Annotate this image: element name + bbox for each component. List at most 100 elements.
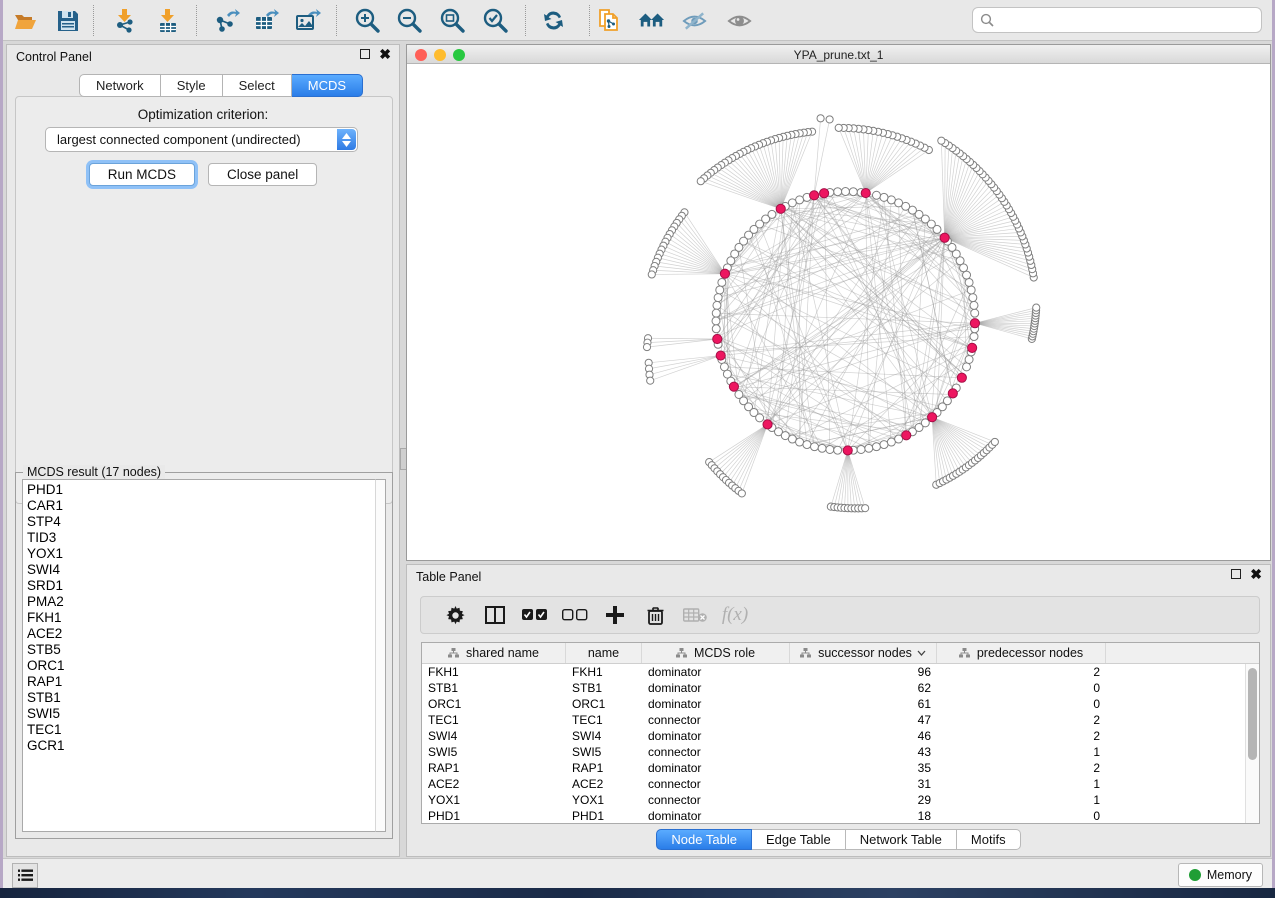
network-window-titlebar[interactable]: YPA_prune.txt_1	[407, 45, 1270, 64]
tab-mcds[interactable]: MCDS	[292, 74, 363, 97]
table-cell: 0	[937, 696, 1106, 712]
result-list-item[interactable]: GCR1	[27, 738, 375, 754]
show-columns-icon[interactable]	[475, 606, 515, 624]
table-row[interactable]: SWI5SWI5connector431	[422, 744, 1245, 760]
search-field[interactable]	[999, 13, 1261, 28]
float-table-panel-icon[interactable]	[1231, 569, 1241, 579]
deselect-all-icon[interactable]	[555, 609, 595, 621]
zoom-selected-icon[interactable]	[482, 7, 509, 34]
memory-label: Memory	[1207, 868, 1252, 882]
column-header-predecessor-nodes[interactable]: predecessor nodes	[937, 643, 1106, 663]
result-list-item[interactable]: PHD1	[27, 482, 375, 498]
result-list-item[interactable]: YOX1	[27, 546, 375, 562]
table-row[interactable]: SWI4SWI4dominator462	[422, 728, 1245, 744]
select-stepper-icon	[337, 129, 356, 150]
export-image-icon[interactable]	[294, 7, 321, 34]
table-toolbar: f(x)	[420, 596, 1260, 634]
table-cell: dominator	[642, 760, 790, 776]
result-list-item[interactable]: CAR1	[27, 498, 375, 514]
column-header-MCDS-role[interactable]: MCDS role	[642, 643, 790, 663]
table-cell: 31	[790, 776, 937, 792]
table-cell: 2	[937, 664, 1106, 680]
save-icon[interactable]	[54, 7, 81, 34]
table-row[interactable]: ORC1ORC1dominator610	[422, 696, 1245, 712]
tab-network-table[interactable]: Network Table	[846, 829, 957, 850]
column-header-name[interactable]: name	[566, 643, 642, 663]
table-row[interactable]: TEC1TEC1connector472	[422, 712, 1245, 728]
show-all-icon[interactable]	[726, 7, 753, 34]
table-panel-title: Table Panel	[416, 570, 481, 584]
select-all-icon[interactable]	[515, 609, 555, 621]
tab-style[interactable]: Style	[161, 74, 223, 97]
table-row[interactable]: RAP1RAP1dominator352	[422, 760, 1245, 776]
table-settings-icon[interactable]	[435, 606, 475, 625]
table-cell: 2	[937, 728, 1106, 744]
result-list-item[interactable]: ACE2	[27, 626, 375, 642]
result-list-item[interactable]: STP4	[27, 514, 375, 530]
result-list-item[interactable]: SWI4	[27, 562, 375, 578]
tab-node-table[interactable]: Node Table	[656, 829, 752, 850]
table-cell: dominator	[642, 680, 790, 696]
status-menu-icon[interactable]	[12, 863, 38, 888]
memory-button[interactable]: Memory	[1178, 863, 1263, 887]
result-list-item[interactable]: FKH1	[27, 610, 375, 626]
table-scrollbar[interactable]	[1245, 664, 1259, 823]
control-panel-title: Control Panel	[16, 50, 92, 64]
result-list-item[interactable]: STB5	[27, 642, 375, 658]
memory-status-icon	[1189, 869, 1201, 881]
close-panel-icon[interactable]: ✖	[379, 49, 391, 59]
close-panel-button[interactable]: Close panel	[208, 163, 317, 186]
zoom-out-icon[interactable]	[396, 7, 423, 34]
run-mcds-button[interactable]: Run MCDS	[89, 163, 195, 186]
tab-select[interactable]: Select	[223, 74, 292, 97]
export-network-icon[interactable]	[213, 7, 240, 34]
tab-motifs[interactable]: Motifs	[957, 829, 1021, 850]
result-list-item[interactable]: ORC1	[27, 658, 375, 674]
result-list-item[interactable]: PMA2	[27, 594, 375, 610]
hide-selected-icon[interactable]	[681, 7, 708, 34]
table-cell: dominator	[642, 808, 790, 823]
criterion-select[interactable]: largest connected component (undirected)	[45, 127, 358, 152]
first-neighbors-icon[interactable]	[638, 7, 665, 34]
table-cell: STB1	[422, 680, 566, 696]
result-list-item[interactable]: TEC1	[27, 722, 375, 738]
duplicate-network-icon[interactable]	[595, 7, 622, 34]
result-list-item[interactable]: SWI5	[27, 706, 375, 722]
add-column-icon[interactable]	[595, 606, 635, 624]
zoom-fit-icon[interactable]	[439, 7, 466, 34]
float-panel-icon[interactable]	[360, 49, 370, 59]
tab-edge-table[interactable]: Edge Table	[752, 829, 846, 850]
mcds-result-list[interactable]: PHD1CAR1STP4TID3YOX1SWI4SRD1PMA2FKH1ACE2…	[22, 479, 375, 832]
table-row[interactable]: FKH1FKH1dominator962	[422, 664, 1245, 680]
result-list-item[interactable]: RAP1	[27, 674, 375, 690]
table-cell: FKH1	[422, 664, 566, 680]
tab-network[interactable]: Network	[79, 74, 161, 97]
result-list-item[interactable]: TID3	[27, 530, 375, 546]
column-header-shared-name[interactable]: shared name	[422, 643, 566, 663]
import-network-icon[interactable]	[111, 7, 138, 34]
table-row[interactable]: PHD1PHD1dominator180	[422, 808, 1245, 823]
table-cell: connector	[642, 712, 790, 728]
table-cell: SWI5	[422, 744, 566, 760]
import-table-icon[interactable]	[154, 7, 181, 34]
search-input[interactable]	[972, 7, 1262, 33]
open-icon[interactable]	[11, 7, 38, 34]
optimization-criterion-label: Optimization criterion:	[7, 107, 399, 122]
table-row[interactable]: STB1STB1dominator620	[422, 680, 1245, 696]
table-cell: 0	[937, 680, 1106, 696]
table-row[interactable]: YOX1YOX1connector291	[422, 792, 1245, 808]
zoom-in-icon[interactable]	[354, 7, 381, 34]
refresh-icon[interactable]	[540, 7, 567, 34]
table-cell: SWI4	[422, 728, 566, 744]
delete-column-icon[interactable]	[635, 606, 675, 625]
result-list-scrollbar[interactable]	[375, 479, 386, 832]
table-header: shared namenameMCDS rolesuccessor nodesp…	[422, 643, 1259, 664]
table-row[interactable]: ACE2ACE2connector311	[422, 776, 1245, 792]
export-table-icon[interactable]	[253, 7, 280, 34]
table-cell: dominator	[642, 696, 790, 712]
result-list-item[interactable]: STB1	[27, 690, 375, 706]
result-list-item[interactable]: SRD1	[27, 578, 375, 594]
column-header-successor-nodes[interactable]: successor nodes	[790, 643, 937, 663]
network-view[interactable]	[407, 64, 1270, 560]
close-table-panel-icon[interactable]: ✖	[1250, 569, 1262, 579]
